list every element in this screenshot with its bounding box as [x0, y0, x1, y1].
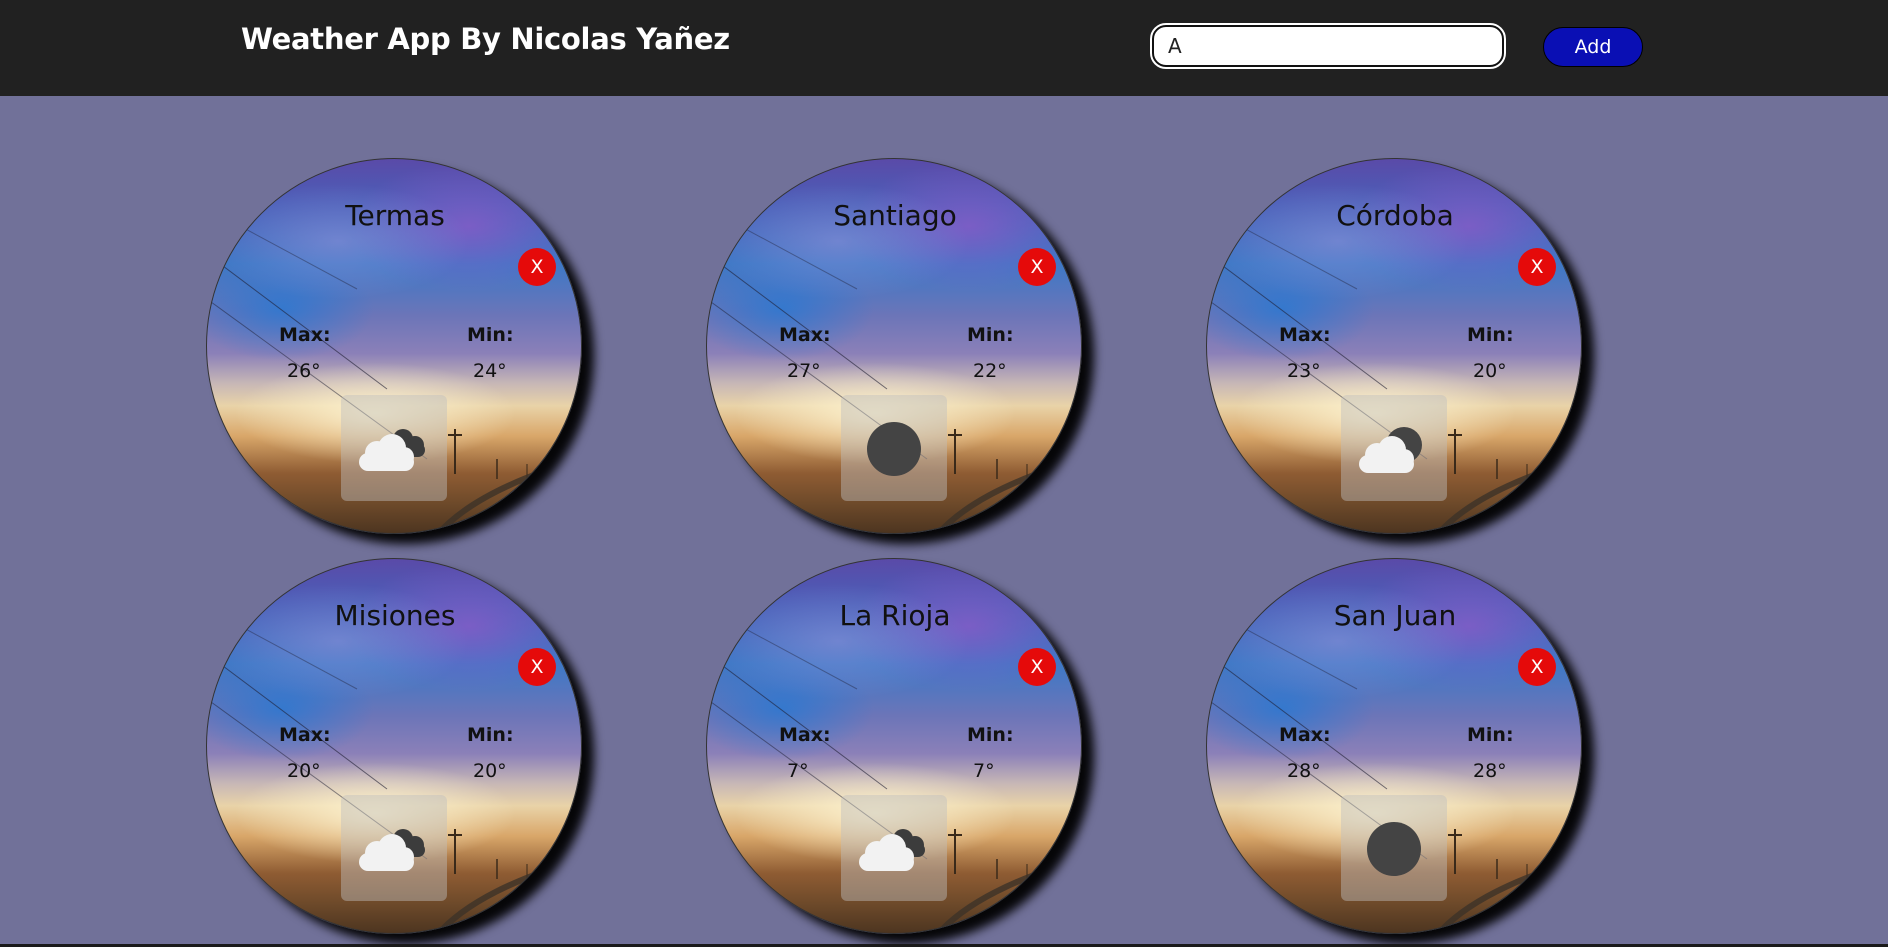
broken-clouds-icon	[859, 829, 925, 871]
max-label: Max:	[779, 324, 831, 346]
city-search-input[interactable]	[1150, 23, 1506, 69]
city-card: Termas X Max: 26° Min: 24°	[206, 158, 582, 534]
close-card-button[interactable]: X	[1518, 248, 1556, 286]
city-name: Termas	[345, 199, 445, 232]
min-temp: 22°	[973, 360, 1007, 382]
city-card: Santiago X Max: 27° Min: 22°	[706, 158, 1082, 534]
weather-icon-box	[841, 395, 947, 501]
min-label: Min:	[1467, 724, 1514, 746]
few-clouds-icon	[1359, 427, 1422, 473]
max-label: Max:	[1279, 724, 1331, 746]
city-name: San Juan	[1333, 599, 1457, 632]
min-temp: 7°	[973, 760, 995, 782]
max-temp: 20°	[287, 760, 321, 782]
max-temp: 7°	[787, 760, 809, 782]
min-label: Min:	[467, 724, 514, 746]
broken-clouds-icon	[359, 829, 425, 871]
close-card-button[interactable]: X	[1518, 648, 1556, 686]
weather-icon-box	[1341, 395, 1447, 501]
weather-icon-box	[841, 795, 947, 901]
weather-icon-box	[1341, 795, 1447, 901]
weather-icon-box	[341, 795, 447, 901]
min-temp: 24°	[473, 360, 507, 382]
close-card-button[interactable]: X	[518, 648, 556, 686]
clear-sky-icon	[867, 422, 921, 476]
max-label: Max:	[279, 324, 331, 346]
city-card: Misiones X Max: 20° Min: 20°	[206, 558, 582, 934]
min-temp: 20°	[1473, 360, 1507, 382]
add-button[interactable]: Add	[1543, 27, 1643, 67]
max-temp: 27°	[787, 360, 821, 382]
close-card-button[interactable]: X	[1018, 248, 1056, 286]
min-temp: 20°	[473, 760, 507, 782]
min-temp: 28°	[1473, 760, 1507, 782]
app-title: Weather App By Nicolas Yañez	[241, 22, 730, 56]
close-card-button[interactable]: X	[518, 248, 556, 286]
min-label: Min:	[967, 324, 1014, 346]
max-temp: 23°	[1287, 360, 1321, 382]
weather-icon-box	[341, 395, 447, 501]
city-name: Santiago	[833, 199, 957, 232]
max-temp: 26°	[287, 360, 321, 382]
city-name: Misiones	[334, 599, 456, 632]
close-card-button[interactable]: X	[1018, 648, 1056, 686]
city-card: La Rioja X Max: 7° Min: 7°	[706, 558, 1082, 934]
broken-clouds-icon	[359, 429, 425, 471]
clear-sky-icon	[1367, 822, 1421, 876]
max-label: Max:	[1279, 324, 1331, 346]
city-name: Córdoba	[1336, 199, 1454, 232]
max-label: Max:	[779, 724, 831, 746]
navbar: Weather App By Nicolas Yañez Add	[0, 0, 1888, 96]
city-name: La Rioja	[839, 599, 951, 632]
min-label: Min:	[1467, 324, 1514, 346]
min-label: Min:	[467, 324, 514, 346]
max-label: Max:	[279, 724, 331, 746]
min-label: Min:	[967, 724, 1014, 746]
city-card: San Juan X Max: 28° Min: 28°	[1206, 558, 1582, 934]
city-card: Córdoba X Max: 23° Min: 20°	[1206, 158, 1582, 534]
max-temp: 28°	[1287, 760, 1321, 782]
